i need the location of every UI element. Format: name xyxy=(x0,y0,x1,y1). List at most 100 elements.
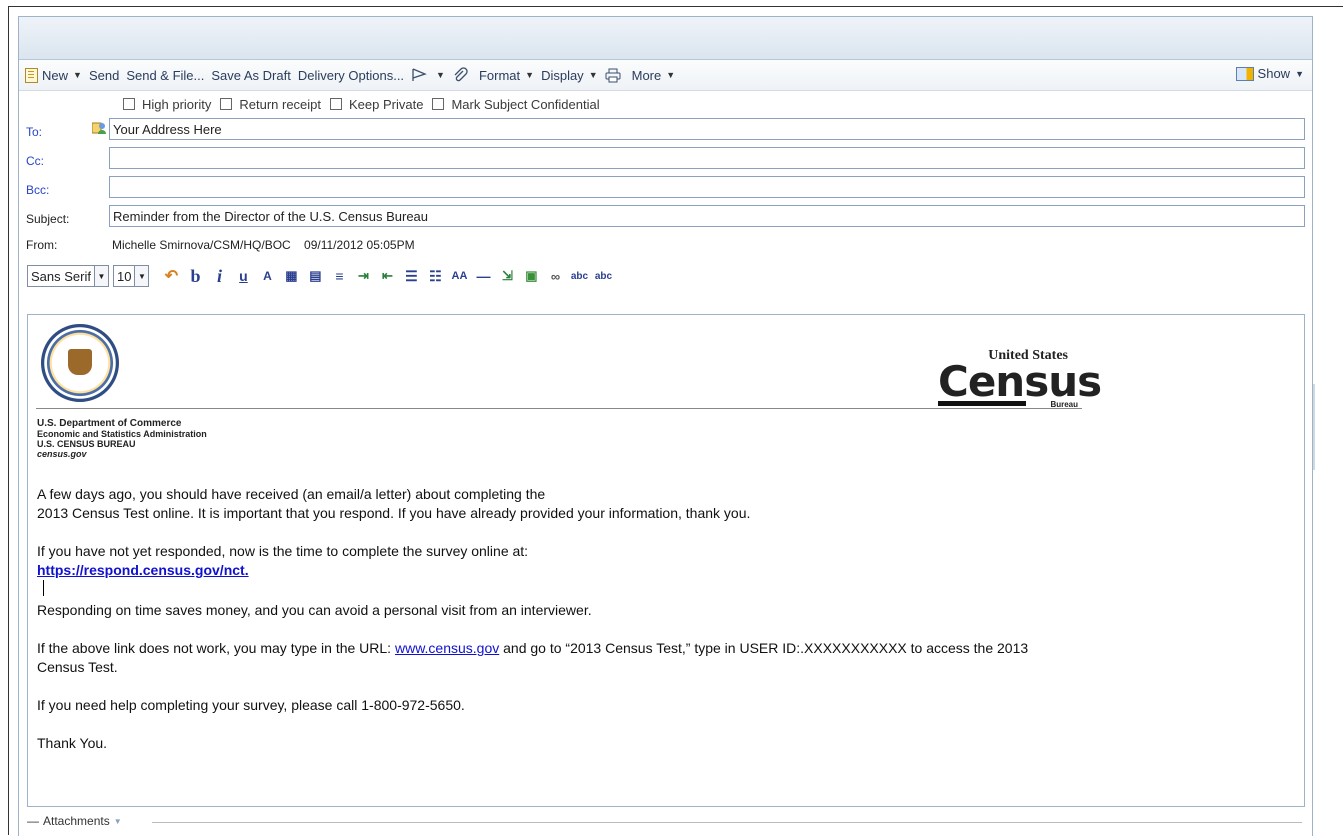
paragraph-6: Thank You. xyxy=(37,735,108,751)
new-label: New xyxy=(42,67,69,83)
font-size-select[interactable]: 10 ▼ xyxy=(112,265,150,287)
attach-button[interactable] xyxy=(452,67,472,83)
show-menu[interactable]: Show ▼ xyxy=(1235,66,1304,81)
cc-label[interactable]: Cc: xyxy=(26,154,44,168)
format-toolbar: Sans Serif ▼ 10 ▼ ↶ b i u A ▦ ▤ ≡ ⇥ ⇤ ☰ ☷ … xyxy=(19,259,1312,293)
more-menu[interactable]: More ▼ xyxy=(632,68,676,83)
subject-label: Subject: xyxy=(26,212,70,226)
cc-row: Cc: xyxy=(19,146,1312,175)
chevron-down-icon: ▼ xyxy=(1295,68,1304,79)
flag-button[interactable]: ▼ xyxy=(411,68,445,82)
cc-field[interactable] xyxy=(109,147,1305,169)
table-properties-icon[interactable]: ▤ xyxy=(305,266,325,286)
high-priority-checkbox[interactable]: High priority xyxy=(123,97,211,112)
mail-compose-window: New ▼ Send Send & File... Save As Draft … xyxy=(18,16,1313,836)
printer-icon xyxy=(605,68,621,82)
checkbox-box xyxy=(432,98,445,110)
delivery-options-button[interactable]: Delivery Options... xyxy=(298,68,404,83)
bcc-field[interactable] xyxy=(109,176,1305,198)
return-receipt-checkbox[interactable]: Return receipt xyxy=(220,97,321,112)
font-family-value: Sans Serif xyxy=(31,268,91,284)
mark-confidential-label: Mark Subject Confidential xyxy=(451,96,600,112)
numbered-list-icon[interactable]: ☷ xyxy=(425,266,445,286)
title-bar xyxy=(19,17,1312,60)
chevron-down-icon: ▼ xyxy=(73,70,82,80)
spell-options-icon[interactable]: abc xyxy=(593,266,613,286)
dept-line-1: U.S. Department of Commerce xyxy=(37,418,182,429)
insert-image-icon[interactable]: ▣ xyxy=(521,266,541,286)
display-label: Display xyxy=(541,67,584,83)
keep-private-checkbox[interactable]: Keep Private xyxy=(330,97,423,112)
action-toolbar: New ▼ Send Send & File... Save As Draft … xyxy=(19,60,1312,91)
indent-icon[interactable]: ⇥ xyxy=(353,266,373,286)
paragraph-4-pre: If the above link does not work, you may… xyxy=(37,640,395,656)
font-size-value: 10 xyxy=(116,268,132,284)
subject-field[interactable]: Reminder from the Director of the U.S. C… xyxy=(109,205,1305,227)
italic-icon[interactable]: i xyxy=(209,266,229,286)
bcc-label[interactable]: Bcc: xyxy=(26,183,49,197)
chevron-down-icon: ▼ xyxy=(436,70,445,80)
send-file-button[interactable]: Send & File... xyxy=(126,68,204,83)
to-field[interactable]: Your Address Here xyxy=(109,118,1305,140)
text-cursor xyxy=(43,580,44,596)
high-priority-label: High priority xyxy=(142,96,212,112)
print-button[interactable] xyxy=(605,68,625,83)
attachments-label: Attachments xyxy=(43,814,110,828)
paragraph-3: Responding on time saves money, and you … xyxy=(37,602,592,618)
insert-table-icon[interactable]: ▦ xyxy=(281,266,301,286)
message-text: A few days ago, you should have received… xyxy=(37,485,1028,753)
paragraph-5: If you need help completing your survey,… xyxy=(37,697,465,713)
font-family-select[interactable]: Sans Serif ▼ xyxy=(27,265,109,287)
chevron-down-icon: ▼ xyxy=(588,70,598,80)
mark-confidential-checkbox[interactable]: Mark Subject Confidential xyxy=(432,96,600,112)
checkbox-box xyxy=(123,98,135,110)
to-row: To: Your Address Here xyxy=(19,117,1312,146)
display-menu[interactable]: Display ▼ xyxy=(541,68,598,83)
attachments-toggle[interactable]: — Attachments ▼ xyxy=(27,814,122,828)
send-button[interactable]: Send xyxy=(89,68,119,83)
spell-check-icon[interactable]: abc xyxy=(569,266,589,286)
insert-link-icon[interactable]: ⇲ xyxy=(497,266,517,286)
dept-line-2: Economic and Statistics Administration xyxy=(37,429,207,439)
undo-icon[interactable]: ↶ xyxy=(161,266,181,286)
outer-frame-top xyxy=(8,6,1343,7)
delivery-options-label: Delivery Options... xyxy=(297,67,405,83)
chevron-down-icon: ▼ xyxy=(525,70,535,80)
outdent-icon[interactable]: ⇤ xyxy=(377,266,397,286)
keep-private-label: Keep Private xyxy=(349,96,424,112)
underline-icon[interactable]: u xyxy=(233,266,253,286)
paragraph-4-line-2: Census Test. xyxy=(37,659,118,675)
dept-line-3: U.S. CENSUS BUREAU xyxy=(37,439,136,449)
text-size-icon[interactable]: AA xyxy=(449,266,469,286)
checkbox-box xyxy=(220,98,233,110)
show-panel-icon xyxy=(1235,66,1254,81)
align-icon[interactable]: ≡ xyxy=(329,266,349,286)
survey-link[interactable]: https://respond.census.gov/nct. xyxy=(37,562,249,578)
bold-icon[interactable]: b xyxy=(185,266,205,286)
delivery-checkboxes: High priority Return receipt Keep Privat… xyxy=(19,91,1312,117)
bullet-list-icon[interactable]: ☰ xyxy=(401,266,421,286)
bcc-row: Bcc: xyxy=(19,175,1312,204)
format-menu[interactable]: Format ▼ xyxy=(479,68,534,83)
message-body-editor[interactable]: United States Census Bureau U.S. Departm… xyxy=(27,314,1305,807)
address-book-icon[interactable] xyxy=(92,121,106,134)
outer-frame-left xyxy=(8,6,9,835)
hyperlink-icon[interactable]: ∞ xyxy=(545,266,565,286)
paragraph-4-post: and go to “2013 Census Test,” type in US… xyxy=(499,640,1029,656)
department-block: U.S. Department of Commerce Economic and… xyxy=(37,418,207,460)
from-label: From: xyxy=(26,238,58,252)
send-label: Send xyxy=(88,67,120,83)
text-color-icon[interactable]: A xyxy=(257,266,277,286)
commerce-seal-logo xyxy=(41,324,119,402)
seal-shield xyxy=(68,349,92,375)
new-button[interactable]: New ▼ xyxy=(25,67,82,83)
save-draft-button[interactable]: Save As Draft xyxy=(211,68,290,83)
census-gov-link[interactable]: www.census.gov xyxy=(395,640,499,656)
return-receipt-label: Return receipt xyxy=(239,96,322,112)
dash-icon: — xyxy=(27,814,39,828)
more-label: More xyxy=(631,67,662,83)
horizontal-rule-icon[interactable]: — xyxy=(473,266,493,286)
save-draft-label: Save As Draft xyxy=(211,67,291,83)
to-label[interactable]: To: xyxy=(26,125,42,139)
chevron-down-icon: ▼ xyxy=(666,70,676,80)
